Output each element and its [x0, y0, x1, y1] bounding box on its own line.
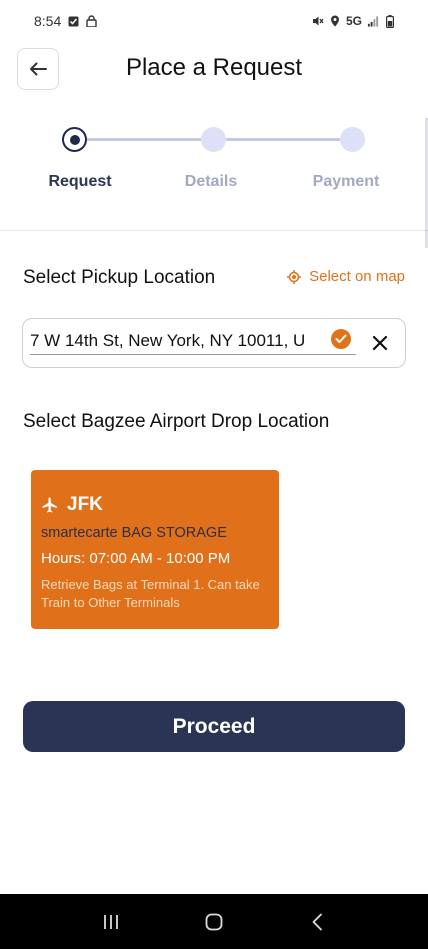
check-circle-icon	[331, 329, 351, 349]
step-indicator-details	[201, 127, 226, 152]
system-nav-bar	[0, 894, 428, 949]
header-divider	[0, 230, 428, 231]
step-label-details: Details	[184, 173, 238, 190]
nav-back-button[interactable]	[297, 902, 337, 942]
battery-icon	[384, 14, 396, 28]
select-on-map-link[interactable]: Select on map	[287, 268, 405, 285]
pickup-address-input[interactable]	[30, 327, 356, 355]
step-label-request: Request	[48, 173, 112, 190]
airplane-icon	[42, 497, 57, 513]
home-icon	[205, 913, 223, 930]
location-icon	[329, 15, 341, 27]
active-dot	[69, 134, 80, 145]
proceed-button[interactable]: Proceed	[23, 701, 405, 752]
lock-icon	[85, 15, 97, 27]
network-label: 5G	[345, 14, 362, 28]
pickup-location-field	[22, 318, 406, 368]
progress-stepper: Request Details Payment	[0, 118, 428, 208]
back-icon	[312, 913, 322, 930]
mute-icon	[312, 15, 324, 27]
storage-name: smartecarte BAG STORAGE	[41, 525, 227, 541]
signal-icon	[367, 15, 379, 27]
close-icon	[372, 335, 388, 351]
card-header: JFK	[41, 494, 269, 516]
page-title: Place a Request	[125, 54, 303, 81]
status-time: 8:54	[34, 13, 62, 29]
crosshair-location-icon	[287, 269, 302, 284]
airport-code: JFK	[67, 494, 103, 515]
select-on-map-label: Select on map	[309, 268, 405, 285]
pickup-section-title: Select Pickup Location	[23, 267, 216, 288]
drop-section-title: Select Bagzee Airport Drop Location	[23, 411, 330, 432]
step-connector	[87, 138, 201, 141]
storage-hours: Hours: 07:00 AM - 10:00 PM	[41, 550, 231, 567]
step-indicator-payment	[340, 127, 365, 152]
step-indicator-request	[62, 127, 87, 152]
clear-address-button[interactable]	[369, 332, 391, 354]
status-bar: 8:54 5G	[0, 0, 428, 42]
step-connector	[226, 138, 340, 141]
airport-card-jfk[interactable]: JFK smartecarte BAG STORAGE Hours: 07:00…	[31, 470, 279, 629]
status-right: 5G	[312, 14, 396, 28]
recent-apps-icon	[104, 914, 119, 929]
storage-note: Retrieve Bags at Terminal 1. Can take Tr…	[41, 577, 260, 610]
step-label-payment: Payment	[312, 173, 380, 190]
checkbox-notification-icon	[67, 15, 79, 27]
header: Place a Request	[0, 48, 428, 92]
recent-apps-button[interactable]	[91, 902, 131, 942]
status-left: 8:54	[34, 13, 97, 29]
home-button[interactable]	[194, 902, 234, 942]
